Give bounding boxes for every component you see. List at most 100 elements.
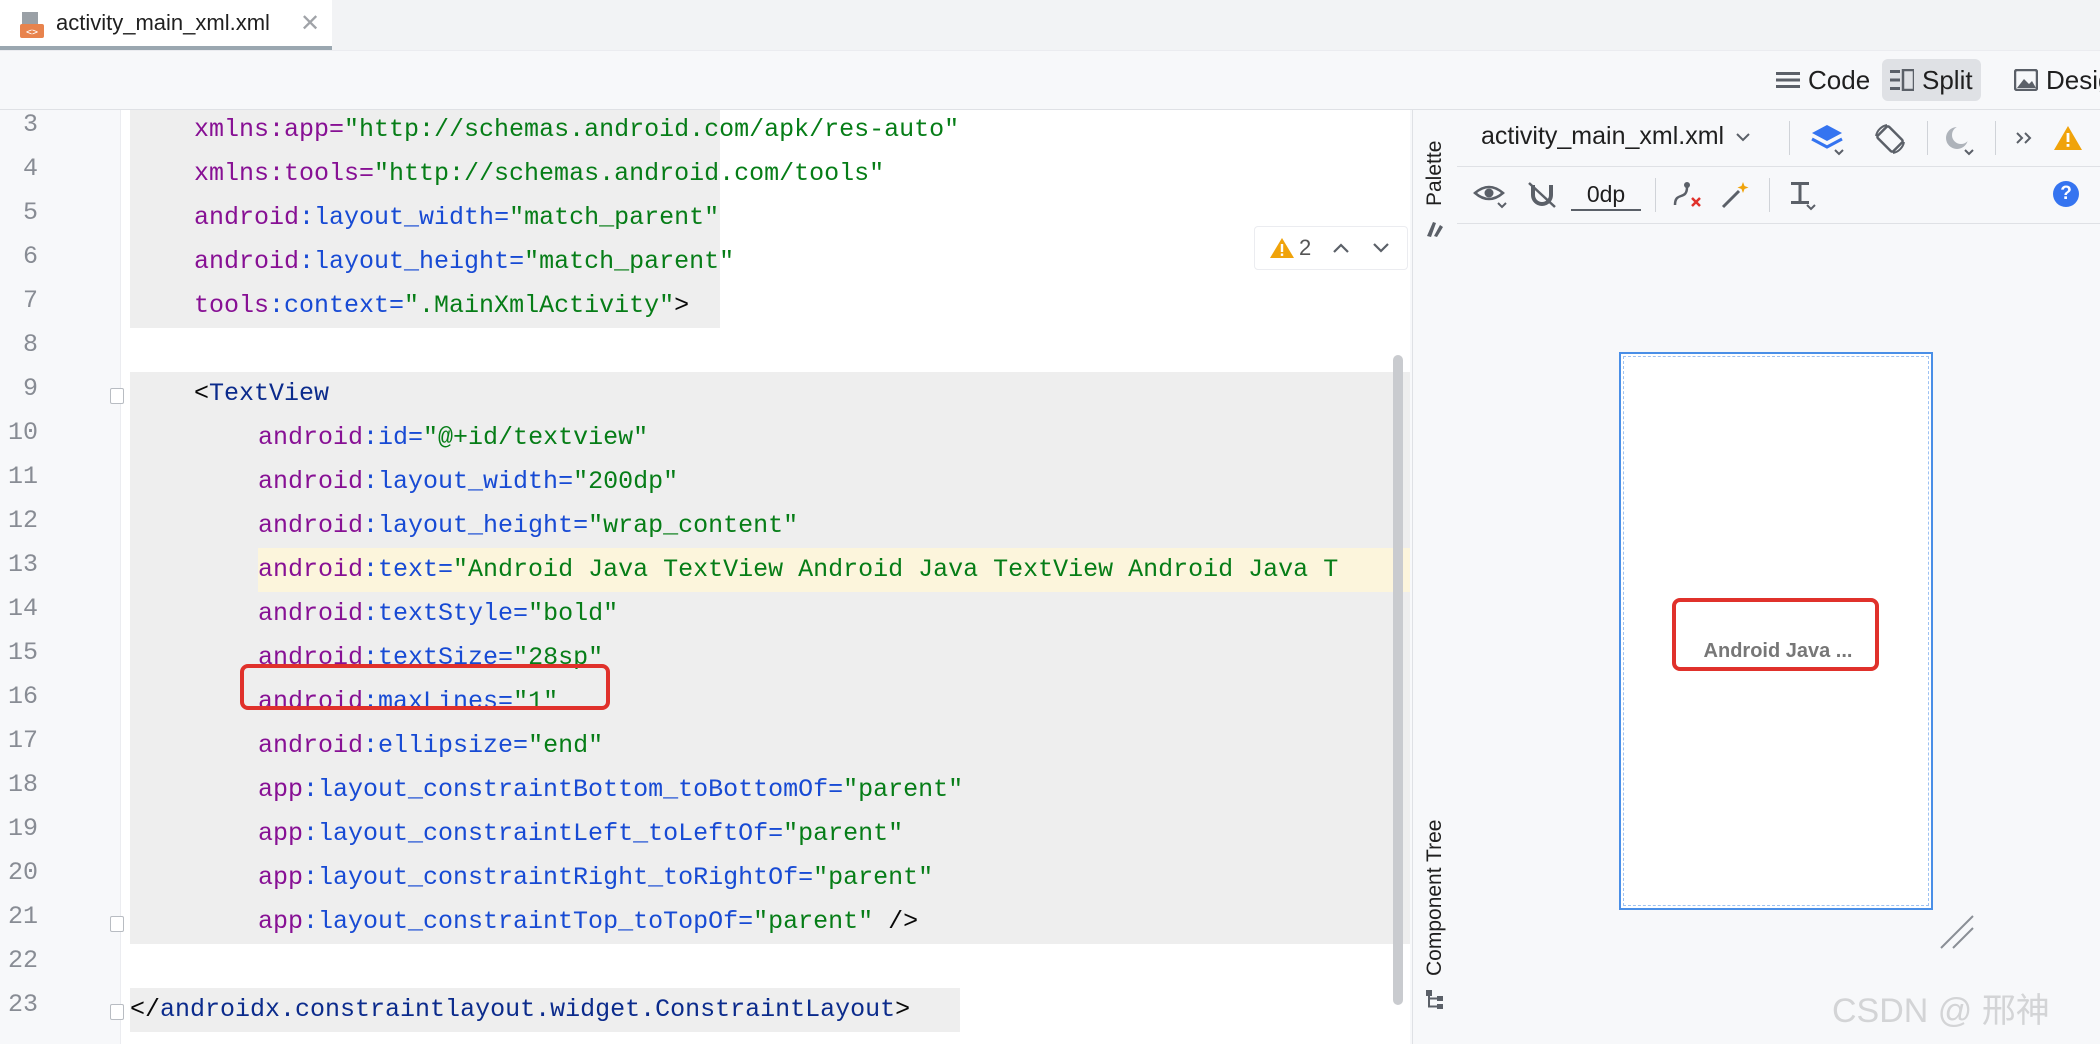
- code-line[interactable]: android:layout_height="wrap_content": [258, 504, 798, 548]
- code-token: :layout_height=: [299, 247, 525, 276]
- xml-file-icon: <>: [20, 12, 44, 38]
- image-icon: [2014, 69, 2038, 91]
- code-token: android: [258, 423, 364, 452]
- fold-marker-icon[interactable]: [110, 388, 124, 404]
- line-number: 16: [7, 682, 38, 711]
- toolbar-separator: [1769, 178, 1770, 212]
- help-icon[interactable]: ?: [2053, 181, 2079, 207]
- code-token: :id=: [363, 423, 424, 452]
- view-mode-bar: Code Split Design: [0, 51, 2100, 110]
- code-token: />: [873, 907, 919, 936]
- code-token: xmlns:tools=: [194, 159, 375, 188]
- help-icon-glyph: ?: [2060, 183, 2072, 204]
- split-view-label: Split: [1922, 64, 1973, 95]
- fold-marker-icon[interactable]: [110, 1004, 124, 1020]
- code-line[interactable]: android:text="Android Java TextView Andr…: [258, 548, 1338, 592]
- design-view-button[interactable]: Design: [2006, 59, 2100, 101]
- code-token: TextView: [209, 379, 330, 408]
- default-margins-value: 0dp: [1586, 181, 1626, 207]
- maxlines-highlight-box: [240, 664, 610, 710]
- eye-icon[interactable]: [1473, 179, 1509, 211]
- code-lines-icon: [1776, 72, 1800, 88]
- line-number: 12: [7, 506, 38, 535]
- code-token: "200dp": [573, 467, 679, 496]
- layout-file-selector[interactable]: activity_main_xml.xml: [1481, 122, 1752, 151]
- palette-tab[interactable]: Palette: [1423, 141, 1447, 206]
- code-token: app: [258, 775, 304, 804]
- warning-icon[interactable]: [2053, 124, 2083, 152]
- chevron-down-icon: [1736, 132, 1750, 141]
- chevron-down-icon[interactable]: [1371, 241, 1391, 255]
- code-line[interactable]: app:layout_constraintBottom_toBottomOf="…: [258, 768, 963, 812]
- code-line[interactable]: <TextView: [194, 372, 329, 416]
- code-token: :layout_constraintLeft_toLeftOf=: [303, 819, 784, 848]
- xml-code-editor[interactable]: 3 xmlns:app="http://schemas.android.com/a…: [0, 110, 1410, 1044]
- code-line[interactable]: android:layout_width="match_parent": [194, 196, 719, 240]
- rotate-device-icon[interactable]: [1873, 122, 1909, 156]
- code-line[interactable]: </androidx.constraintlayout.widget.Const…: [130, 988, 910, 1032]
- code-line[interactable]: android:textStyle="bold": [258, 592, 618, 636]
- line-number: 17: [7, 726, 38, 755]
- design-toolbar-top: activity_main_xml.xml: [1457, 110, 2100, 167]
- code-token: :layout_height=: [363, 511, 589, 540]
- fold-marker-icon[interactable]: [110, 916, 124, 932]
- clear-constraints-icon[interactable]: [1669, 179, 1705, 211]
- toolbar-separator: [1927, 121, 1928, 155]
- toolbar-separator: [1789, 121, 1790, 155]
- code-token: "wrap_content": [588, 511, 799, 540]
- code-token: "end": [528, 731, 604, 760]
- code-line[interactable]: app:layout_constraintTop_toTopOf="parent…: [258, 900, 918, 944]
- magic-wand-icon[interactable]: [1719, 179, 1753, 211]
- line-number: 15: [7, 638, 38, 667]
- close-tab-icon[interactable]: ✕: [300, 9, 320, 38]
- code-line[interactable]: app:layout_constraintRight_toRightOf="pa…: [258, 856, 933, 900]
- code-token: app: [258, 863, 304, 892]
- code-token: "http://schemas.android.com/tools": [374, 159, 885, 188]
- line-number: 23: [7, 990, 38, 1019]
- magnet-icon[interactable]: [1525, 179, 1559, 211]
- code-token: :text=: [363, 555, 454, 584]
- design-preview-panel: activity_main_xml.xml 0dp ? Android Java…: [1457, 110, 2100, 1044]
- code-token: android: [258, 731, 364, 760]
- resize-handle-icon[interactable]: [1937, 912, 1977, 952]
- preview-highlight-box: [1672, 598, 1879, 671]
- code-view-button[interactable]: Code: [1768, 59, 1878, 101]
- svg-text:<>: <>: [26, 27, 38, 38]
- align-icon[interactable]: [1785, 179, 1819, 211]
- code-line[interactable]: xmlns:tools="http://schemas.android.com/…: [194, 152, 884, 196]
- code-token: :context=: [269, 291, 405, 320]
- split-view-icon: [1890, 69, 1914, 91]
- line-number: 20: [7, 858, 38, 887]
- code-line[interactable]: android:layout_width="200dp": [258, 460, 678, 504]
- code-token: android: [258, 511, 364, 540]
- palette-icon: [1427, 222, 1443, 237]
- code-line[interactable]: xmlns:app="http://schemas.android.com/ap…: [194, 110, 959, 152]
- code-token: tools: [194, 291, 270, 320]
- code-token: :textStyle=: [363, 599, 529, 628]
- more-chevrons-icon[interactable]: [2013, 128, 2035, 148]
- code-view-label: Code: [1808, 64, 1871, 95]
- component-tree-tab[interactable]: Component Tree: [1423, 820, 1447, 976]
- line-number: 5: [22, 198, 38, 227]
- code-token: "bold": [528, 599, 619, 628]
- night-mode-icon[interactable]: [1941, 122, 1977, 156]
- line-number: 10: [7, 418, 38, 447]
- tab-activity-main-xml[interactable]: <> activity_main_xml.xml ✕: [0, 0, 332, 50]
- editor-scrollbar[interactable]: [1393, 355, 1403, 1005]
- code-token: "parent": [813, 863, 934, 892]
- code-line[interactable]: android:layout_height="match_parent": [194, 240, 734, 284]
- line-number: 13: [7, 550, 38, 579]
- code-line[interactable]: tools:context=".MainXmlActivity">: [194, 284, 689, 328]
- code-token: android: [194, 247, 300, 276]
- code-line[interactable]: android:ellipsize="end": [258, 724, 603, 768]
- split-view-button[interactable]: Split: [1882, 59, 1981, 101]
- default-margins-field[interactable]: 0dp: [1571, 181, 1641, 211]
- line-number: 8: [22, 330, 38, 359]
- inspection-widget[interactable]: 2: [1254, 226, 1408, 270]
- code-line[interactable]: app:layout_constraintLeft_toLeftOf="pare…: [258, 812, 903, 856]
- chevron-up-icon[interactable]: [1331, 241, 1351, 255]
- code-line[interactable]: android:id="@+id/textview": [258, 416, 648, 460]
- layout-file-selector-label: activity_main_xml.xml: [1481, 122, 1725, 150]
- layers-icon[interactable]: [1809, 122, 1845, 156]
- tab-label: activity_main_xml.xml: [56, 10, 270, 35]
